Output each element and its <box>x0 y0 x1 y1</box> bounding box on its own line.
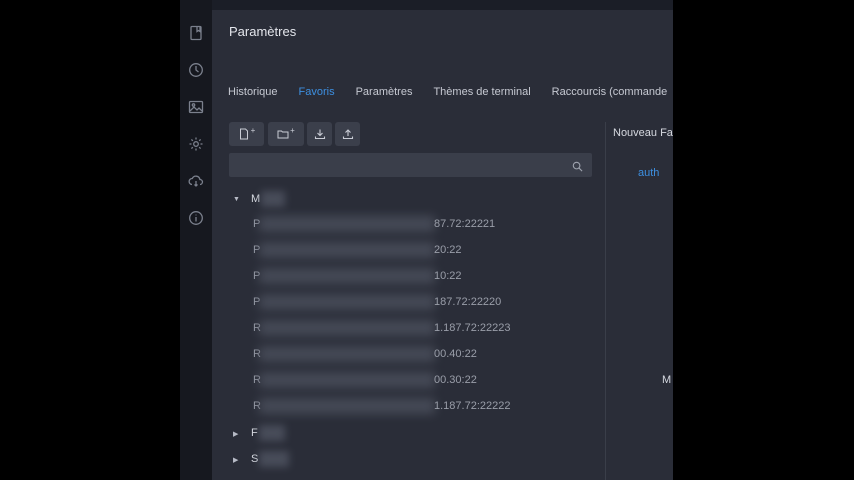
download-icon <box>314 128 326 140</box>
partial-label: M <box>662 374 672 386</box>
tree-group[interactable]: ▶ F <box>229 422 604 448</box>
redacted-text <box>259 294 435 310</box>
bookmark-item[interactable]: P 87.72:22221 <box>229 214 604 240</box>
gear-icon[interactable] <box>188 136 204 152</box>
settings-panel: Paramètres Historique Favoris Paramètres Th… <box>212 10 673 480</box>
redacted-text <box>259 398 435 414</box>
caret-right-icon[interactable]: ▶ <box>233 430 238 438</box>
search-box <box>229 153 592 177</box>
redacted-text <box>259 425 285 441</box>
search-icon[interactable] <box>572 159 583 172</box>
redacted-text <box>259 268 435 284</box>
tab-historique[interactable]: Historique <box>228 86 278 98</box>
clock-icon[interactable] <box>188 62 204 78</box>
info-icon[interactable] <box>188 210 204 226</box>
new-bookmark-title: Nouveau Fav <box>613 127 673 139</box>
redacted-text <box>259 451 289 467</box>
export-button[interactable] <box>335 122 360 146</box>
app-window: Paramètres Historique Favoris Paramètres Th… <box>180 0 673 480</box>
redacted-text <box>259 216 435 232</box>
file-icon <box>238 128 250 140</box>
item-address: 187.72:22220 <box>434 296 502 308</box>
redacted-text <box>259 242 435 258</box>
bookmark-item[interactable]: P 10:22 <box>229 266 604 292</box>
new-folder-button[interactable]: + <box>268 122 304 146</box>
item-address: 87.72:22221 <box>434 218 496 230</box>
group-name: S <box>251 453 259 465</box>
caret-down-icon[interactable]: ▼ <box>233 196 240 203</box>
bookmark-item[interactable]: R 00.30:22 <box>229 370 604 396</box>
bookmark-item[interactable]: P 20:22 <box>229 240 604 266</box>
bookmark-tree: ▼ M P 87.72:22221 P 20:22 P 10:22 P 187.72:2… <box>229 188 604 474</box>
tab-parametres[interactable]: Paramètres <box>356 86 413 98</box>
tab-themes-terminal[interactable]: Thèmes de terminal <box>433 86 530 98</box>
new-bookmark-button[interactable]: + <box>229 122 264 146</box>
item-address: 20:22 <box>434 244 462 256</box>
plus-glyph: + <box>290 125 295 135</box>
search-input[interactable] <box>229 153 569 177</box>
group-name: M <box>251 193 261 205</box>
side-nav <box>180 0 212 480</box>
caret-right-icon[interactable]: ▶ <box>233 456 238 464</box>
folder-icon <box>277 128 289 140</box>
item-address: 10:22 <box>434 270 462 282</box>
redacted-text <box>259 346 435 362</box>
redacted-text <box>259 320 435 336</box>
tab-auth[interactable]: auth <box>638 167 659 179</box>
tab-raccourcis[interactable]: Raccourcis (commande <box>552 86 668 98</box>
redacted-text <box>261 191 285 207</box>
tree-group[interactable]: ▶ S <box>229 448 604 474</box>
panel-divider <box>605 122 606 480</box>
cloud-sync-icon[interactable] <box>188 173 204 189</box>
tree-group[interactable]: ▼ M <box>229 188 604 214</box>
plus-glyph: + <box>250 125 256 135</box>
item-address: 00.40:22 <box>434 348 477 360</box>
item-address: 00.30:22 <box>434 374 477 386</box>
panel-title: Paramètres <box>229 24 297 39</box>
group-name: F <box>251 427 258 439</box>
bookmark-item[interactable]: P 187.72:22220 <box>229 292 604 318</box>
upload-icon <box>342 128 354 140</box>
redacted-text <box>259 372 435 388</box>
item-address: 1.187.72:22223 <box>434 322 511 334</box>
image-icon[interactable] <box>188 99 204 115</box>
tab-favoris[interactable]: Favoris <box>299 86 335 98</box>
settings-tabs: Historique Favoris Paramètres Thèmes de ter… <box>228 82 673 98</box>
import-button[interactable] <box>307 122 332 146</box>
bookmark-item[interactable]: R 1.187.72:22223 <box>229 318 604 344</box>
bookmark-icon[interactable] <box>188 25 204 41</box>
item-address: 1.187.72:22222 <box>434 400 511 412</box>
bookmark-item[interactable]: R 1.187.72:22222 <box>229 396 604 422</box>
bookmark-item[interactable]: R 00.40:22 <box>229 344 604 370</box>
